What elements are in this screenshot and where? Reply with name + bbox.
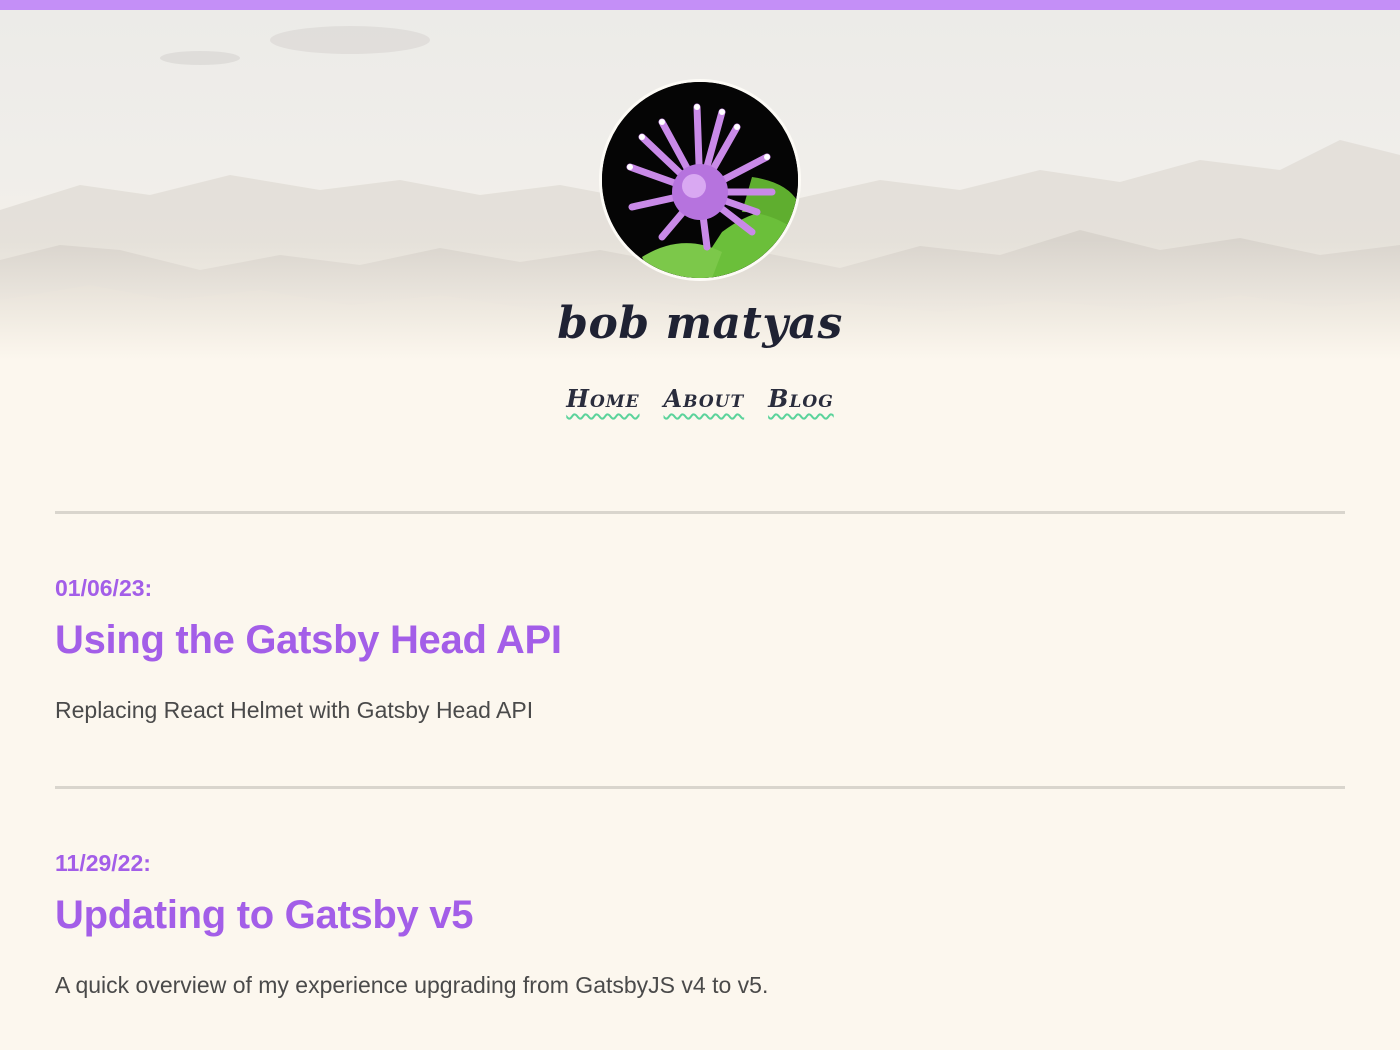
post-excerpt: A quick overview of my experience upgrad…: [55, 972, 769, 998]
top-accent-bar: [0, 0, 1400, 10]
nav-item-about[interactable]: About: [664, 384, 745, 413]
post-title-link[interactable]: Updating to Gatsby v5: [55, 893, 1345, 938]
post-excerpt: Replacing React Helmet with Gatsby Head …: [55, 697, 534, 723]
site-title: bob matyas: [557, 298, 843, 349]
divider: [55, 786, 1345, 789]
main-nav: Home About Blog: [0, 384, 1400, 413]
avatar: [602, 82, 798, 278]
divider: [55, 511, 1345, 514]
post-list-item: 01/06/23: Using the Gatsby Head API Repl…: [55, 575, 1345, 724]
post-title-link[interactable]: Using the Gatsby Head API: [55, 618, 1345, 663]
nav-item-home[interactable]: Home: [566, 384, 639, 413]
bee-balm-flower-icon: [602, 82, 798, 278]
post-date: 01/06/23:: [55, 575, 153, 601]
post-date: 11/29/22:: [55, 850, 151, 876]
post-list-item: 11/29/22: Updating to Gatsby v5 A quick …: [55, 850, 1345, 999]
nav-item-blog[interactable]: Blog: [768, 384, 834, 413]
